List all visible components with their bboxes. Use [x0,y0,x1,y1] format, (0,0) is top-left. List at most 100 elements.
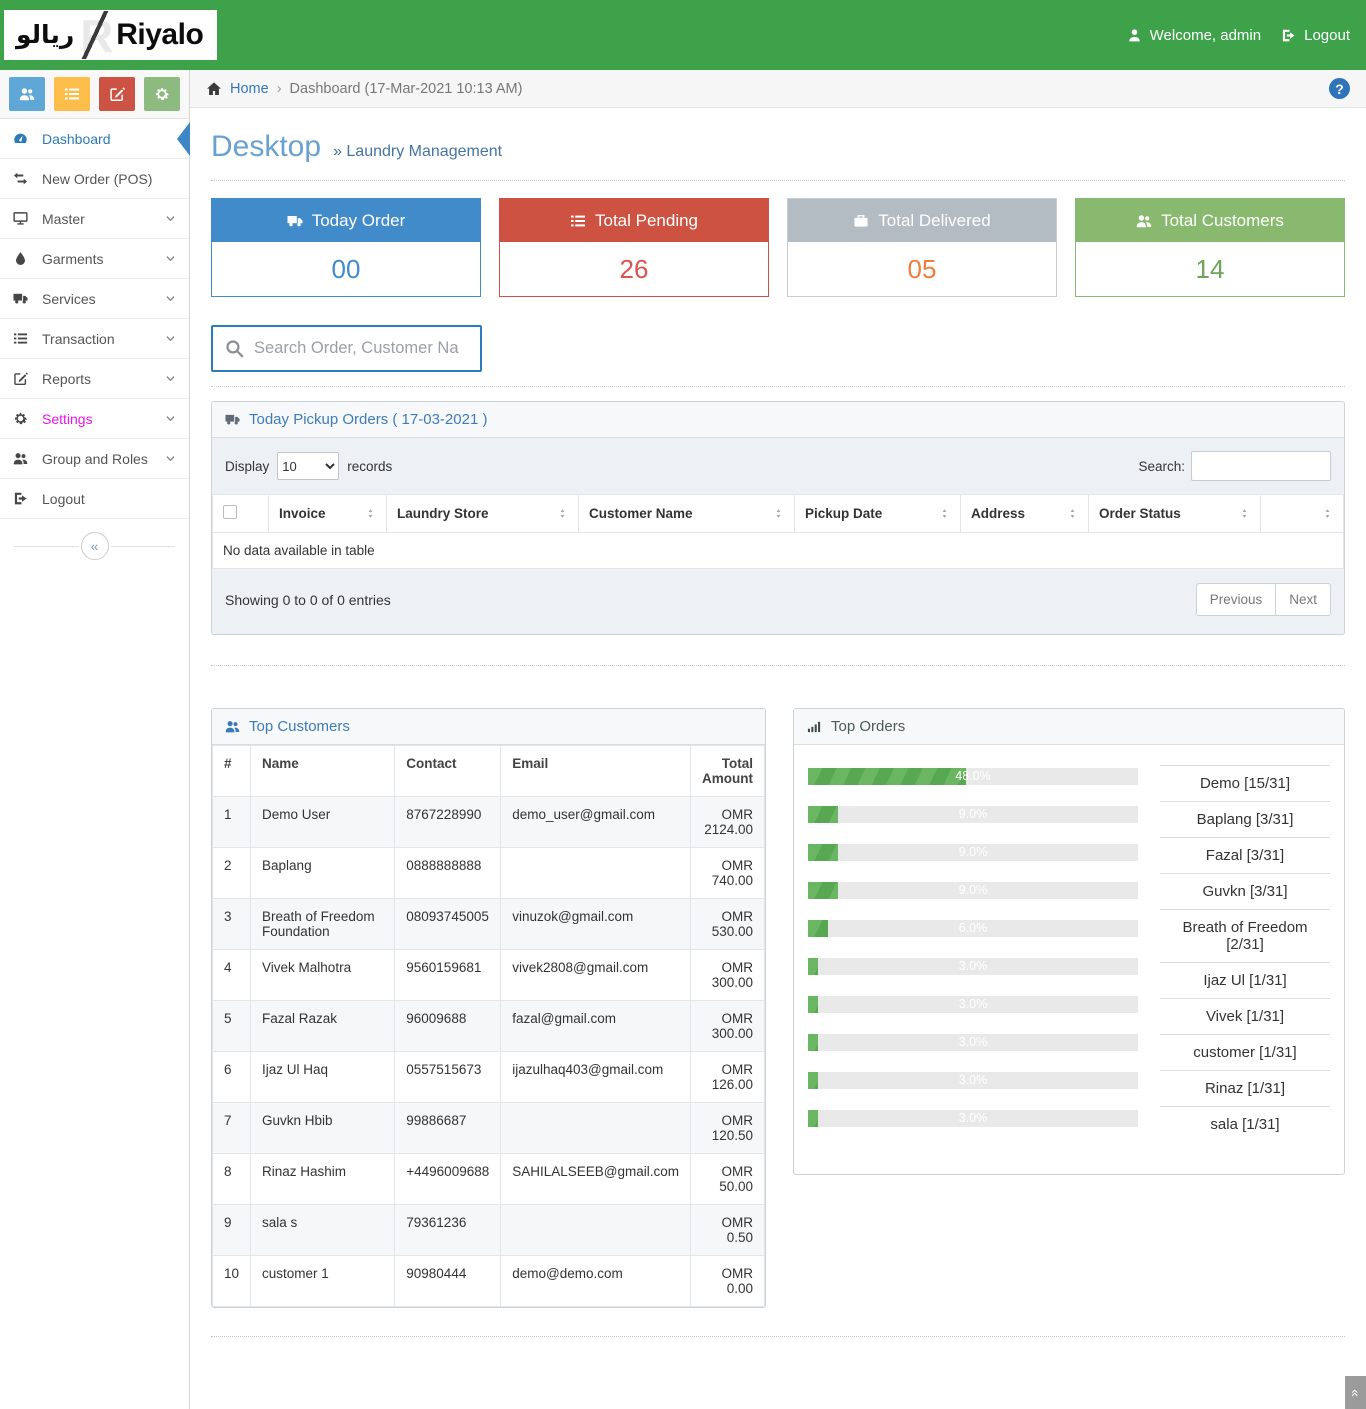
pagination: Previous Next [1196,583,1331,616]
quick-gear-button[interactable] [144,77,180,111]
cell-name: Demo User [251,797,395,848]
next-button[interactable]: Next [1275,583,1331,616]
column-header-invoice[interactable]: Invoice [269,495,387,533]
page-title-subtitle: » Laundry Management [333,143,502,161]
column-header-actions[interactable] [1261,495,1344,533]
stat-card-today-order[interactable]: Today Order00 [211,198,481,297]
sort-icon[interactable] [1322,508,1333,519]
chart-legend: Demo [15/31]Baplang [3/31]Fazal [3/31]Gu… [1160,765,1330,1148]
users-icon [1136,213,1152,229]
cell-rank: 3 [213,899,251,950]
bar-value-label: 3.0% [808,1072,1138,1089]
cell-name: Ijaz Ul Haq [251,1052,395,1103]
exchange-icon [13,171,42,186]
stat-card-total-delivered[interactable]: Total Delivered05 [787,198,1057,297]
dashboard-icon [13,131,42,146]
stat-card-value: 05 [788,242,1056,296]
stat-card-total-pending[interactable]: Total Pending26 [499,198,769,297]
column-header-address[interactable]: Address [961,495,1089,533]
sidebar-item-services[interactable]: Services [0,279,189,319]
sidebar-item-logout[interactable]: Logout [0,479,189,519]
bar-chart-icon [807,719,822,734]
cell-email: SAHILALSEEB@gmail.com [501,1154,691,1205]
cell-contact: +4496009688 [395,1154,501,1205]
sort-icon[interactable] [557,508,568,519]
list-icon [570,213,586,229]
cell-contact: 0888888888 [395,848,501,899]
column-header-order-status[interactable]: Order Status [1089,495,1261,533]
cell-contact: 9560159681 [395,950,501,1001]
sort-icon[interactable] [1067,508,1078,519]
cell-email: demo@demo.com [501,1256,691,1307]
quick-users-button[interactable] [9,77,45,111]
cell-amount: OMR 0.50 [691,1205,765,1256]
cell-contact: 79361236 [395,1205,501,1256]
column-header-laundry-store[interactable]: Laundry Store [387,495,579,533]
sidebar-item-master[interactable]: Master [0,199,189,239]
desktop-icon [13,211,42,226]
table-row: 8Rinaz Hashim+4496009688SAHILALSEEB@gmai… [213,1154,765,1205]
cell-name: Baplang [251,848,395,899]
sort-icon[interactable] [939,508,950,519]
stat-card-label: Today Order [312,211,406,231]
cell-email: vinuzok@gmail.com [501,899,691,950]
divider [211,180,1345,181]
page-size-select[interactable]: 10 [277,452,339,480]
logout-label: Logout [1304,27,1350,44]
select-all-header[interactable] [213,495,269,533]
welcome-user[interactable]: Welcome, admin [1127,27,1261,44]
table-row: 2Baplang0888888888OMR 740.00 [213,848,765,899]
table-row: 6Ijaz Ul Haq0557515673ijazulhaq403@gmail… [213,1052,765,1103]
cell-contact: 8767228990 [395,797,501,848]
droplet-icon [13,251,42,266]
cell-email: fazal@gmail.com [501,1001,691,1052]
customers-column-total-amount: Total Amount [691,746,765,797]
column-label: Invoice [279,506,326,521]
bar-value-label: 3.0% [808,1110,1138,1127]
sort-icon[interactable] [1239,508,1250,519]
sidebar-item-new-order-pos[interactable]: New Order (POS) [0,159,189,199]
help-button[interactable]: ? [1329,78,1350,99]
bar-value-label: 3.0% [808,958,1138,975]
sidebar-item-reports[interactable]: Reports [0,359,189,399]
breadcrumb-home-link[interactable]: Home [230,81,269,97]
cell-email: vivek2808@gmail.com [501,950,691,1001]
quick-edit-button[interactable] [99,77,135,111]
table-row: 10customer 190980444demo@demo.comOMR 0.0… [213,1256,765,1307]
sidebar-collapse-button[interactable]: « [81,532,109,560]
cell-amount: OMR 740.00 [691,848,765,899]
truck-icon [13,291,42,306]
column-header-pickup-date[interactable]: Pickup Date [795,495,961,533]
logo-text: Riyalo [116,18,203,52]
sidebar-item-label: Dashboard [42,131,111,147]
table-row: 3Breath of Freedom Foundation08093745005… [213,899,765,950]
order-share-bar: 3.0% [808,996,1138,1013]
column-header-customer-name[interactable]: Customer Name [579,495,795,533]
breadcrumb-current: Dashboard (17-Mar-2021 10:13 AM) [290,81,523,97]
sort-icon[interactable] [365,508,376,519]
cell-amount: OMR 2124.00 [691,797,765,848]
pickup-panel-header: Today Pickup Orders ( 17-03-2021 ) [212,402,1344,438]
customers-column-contact: Contact [395,746,501,797]
chevron-down-icon [165,333,176,344]
sidebar-item-garments[interactable]: Garments [0,239,189,279]
scroll-to-top-button[interactable]: « [1345,1376,1366,1409]
sort-icon[interactable] [773,508,784,519]
sidebar-item-dashboard[interactable]: Dashboard [0,119,189,159]
quick-list-button[interactable] [54,77,90,111]
table-search-input[interactable] [1191,451,1331,481]
order-legend-item: Demo [15/31] [1160,765,1330,801]
logout-link[interactable]: Logout [1281,27,1350,44]
cell-name: Fazal Razak [251,1001,395,1052]
column-label: Address [971,506,1025,521]
sidebar-item-group-and-roles[interactable]: Group and Roles [0,439,189,479]
order-search-input[interactable] [254,339,468,358]
stat-card-total-customers[interactable]: Total Customers14 [1075,198,1345,297]
customers-column-rank: # [213,746,251,797]
previous-button[interactable]: Previous [1196,583,1276,616]
sidebar-collapse-row: « [0,519,189,573]
select-all-checkbox[interactable] [223,505,237,519]
sidebar-item-transaction[interactable]: Transaction [0,319,189,359]
table-summary: Showing 0 to 0 of 0 entries [225,592,391,608]
sidebar-item-settings[interactable]: Settings [0,399,189,439]
